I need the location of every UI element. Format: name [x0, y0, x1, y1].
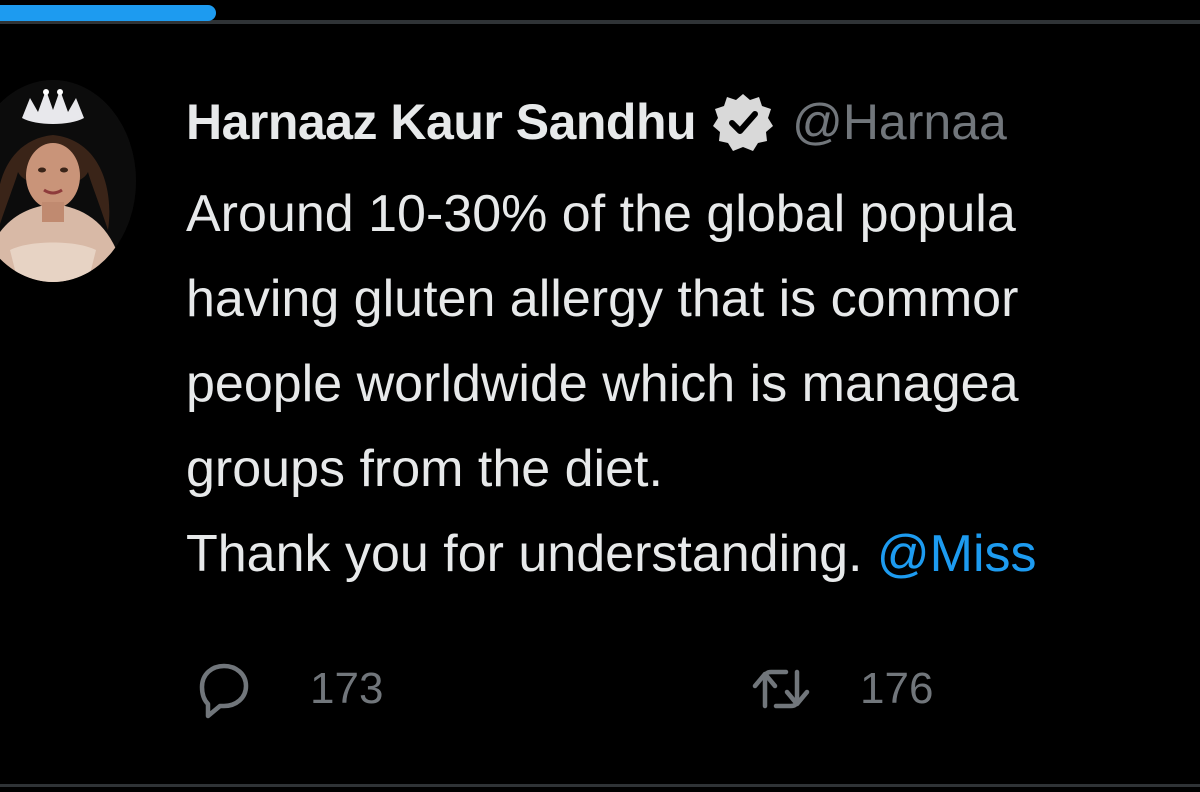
tweet-header: Harnaaz Kaur Sandhu @Harnaa — [186, 84, 1007, 160]
retweet-button[interactable]: 176 — [746, 654, 933, 724]
retweet-count: 176 — [860, 664, 934, 713]
profile-photo — [0, 80, 136, 282]
reply-icon — [199, 663, 249, 719]
verified-badge-icon — [713, 94, 774, 151]
tweet-text-line: Around 10-30% of the global popula — [186, 185, 1016, 243]
tweet-screen: Harnaaz Kaur Sandhu @Harnaa Around 10-30… — [0, 0, 1200, 792]
author-display-name[interactable]: Harnaaz Kaur Sandhu — [186, 93, 697, 151]
retweet-icon — [752, 669, 810, 709]
tweet-actions: 173 176 — [186, 654, 1200, 724]
loading-progress-bar — [0, 5, 216, 21]
tweet-text: Around 10-30% of the global popula havin… — [186, 172, 1200, 597]
tweet[interactable]: Harnaaz Kaur Sandhu @Harnaa Around 10-30… — [186, 84, 1200, 784]
reply-button[interactable]: 173 — [188, 654, 383, 724]
tweet-text-line: groups from the diet. — [186, 440, 663, 498]
tweet-text-last-line: Thank you for understanding. @Miss — [186, 512, 1200, 597]
tweet-text-line: having gluten allergy that is commor — [186, 270, 1019, 328]
tweet-text-closing: Thank you for understanding. — [186, 525, 863, 583]
avatar[interactable] — [0, 80, 136, 282]
author-handle[interactable]: @Harnaa — [792, 93, 1007, 151]
mention-link[interactable]: @Miss — [877, 525, 1037, 583]
tweet-text-line: people worldwide which is managea — [186, 355, 1019, 413]
reply-count: 173 — [310, 664, 384, 713]
bottom-divider — [0, 784, 1200, 787]
